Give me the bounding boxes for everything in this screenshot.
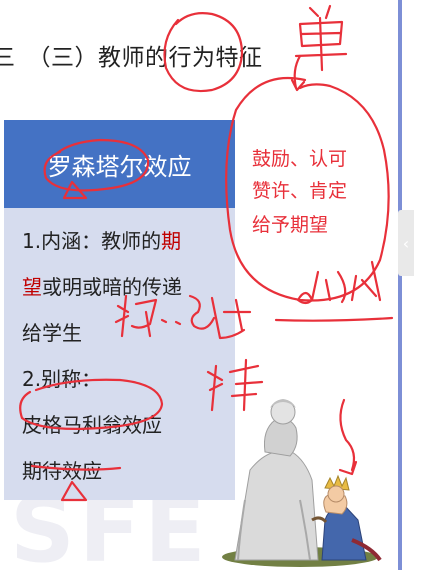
side-collapse-tab[interactable]: ‹ [398,210,414,276]
handwriting-overlay [19,4,394,502]
right-gutter [402,0,432,570]
chevron-left-icon: ‹ [402,233,410,253]
slide-canvas: SFE 三 （三）教师的行为特征 罗森塔尔效应 1.内涵：教师的期 望或明或暗的… [0,0,432,570]
